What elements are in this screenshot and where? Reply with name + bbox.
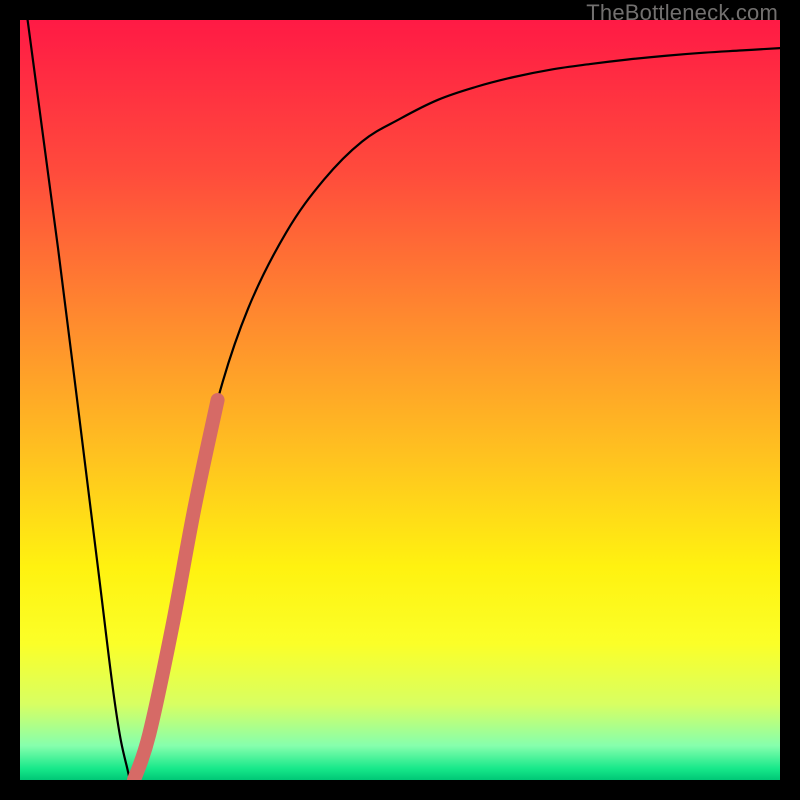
watermark-text: TheBottleneck.com <box>586 0 778 26</box>
highlight-segment <box>134 400 218 780</box>
curve-layer <box>20 20 780 780</box>
bottleneck-curve <box>28 20 780 780</box>
chart-frame: TheBottleneck.com <box>0 0 800 800</box>
plot-area <box>20 20 780 780</box>
